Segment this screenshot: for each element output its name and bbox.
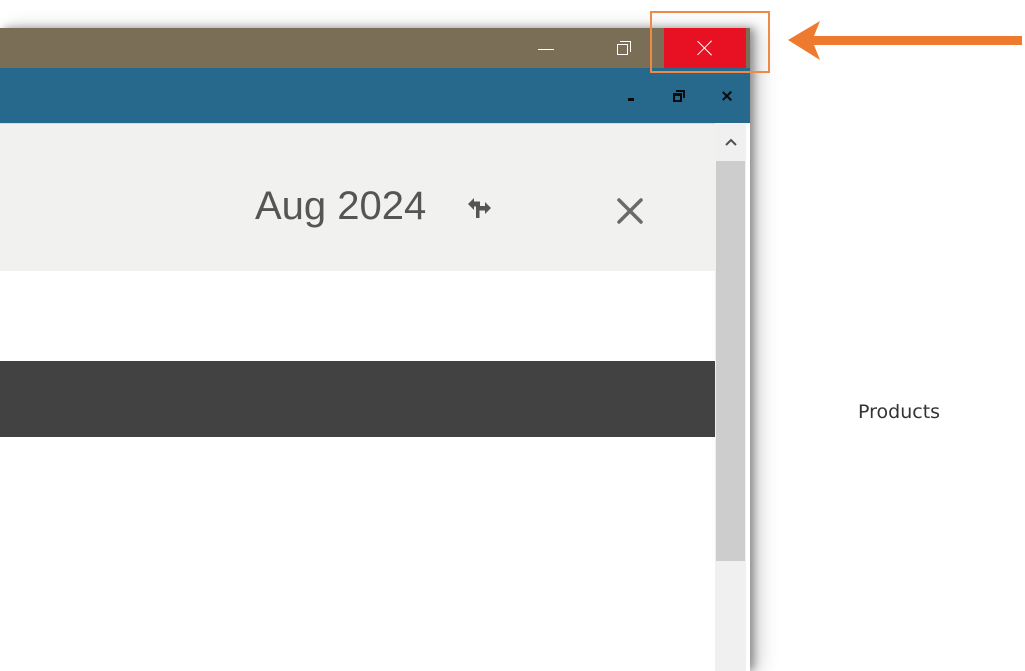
content-area: Aug 2024 (0, 123, 715, 671)
scroll-thumb[interactable] (716, 161, 745, 561)
minimize-icon (628, 98, 634, 101)
chevron-up-icon (724, 138, 737, 146)
window-minimize-button[interactable] (504, 28, 588, 68)
close-icon (722, 91, 732, 101)
restore-icon (617, 41, 631, 55)
screenshot-stage: Aug 2024 Products (0, 0, 1025, 671)
section-header-bar (0, 361, 715, 437)
scroll-up-button[interactable] (715, 123, 746, 161)
close-button-highlight (650, 11, 770, 73)
arrow-left-icon (788, 21, 1022, 60)
document-close-button[interactable] (712, 68, 742, 123)
panel-header: Aug 2024 (0, 123, 715, 271)
window-titlebar (0, 28, 750, 68)
products-column-label: Products (858, 401, 941, 423)
period-label: Aug 2024 (255, 184, 427, 228)
close-icon (617, 198, 643, 224)
filter-area (0, 271, 715, 361)
document-minimize-button[interactable] (616, 68, 646, 123)
document-restore-button[interactable] (664, 68, 694, 123)
restore-icon (673, 89, 685, 102)
swap-arrows-icon[interactable] (465, 191, 495, 221)
vertical-scrollbar[interactable] (715, 123, 746, 671)
panel-close-button[interactable] (610, 191, 650, 231)
minimize-icon (538, 48, 554, 50)
document-window-bar (0, 68, 750, 123)
application-window: Aug 2024 (0, 28, 750, 671)
